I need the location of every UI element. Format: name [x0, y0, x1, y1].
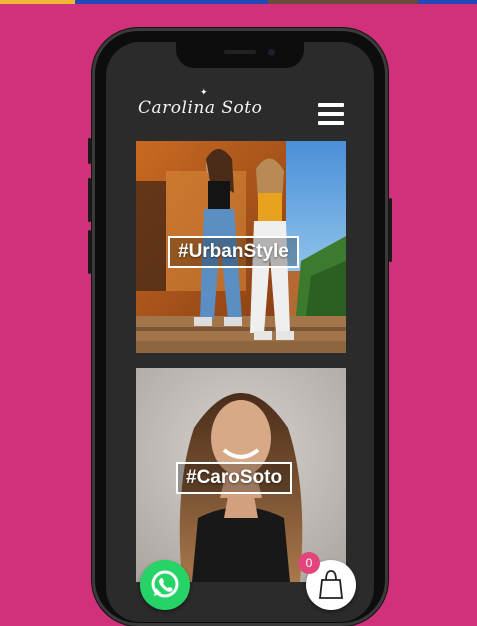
urbanstyle-card[interactable]: #UrbanStyle — [136, 141, 346, 353]
phone-notch — [176, 42, 304, 68]
carosoto-hashtag[interactable]: #CaroSoto — [176, 462, 293, 494]
logo-text: Carolina Soto — [138, 98, 263, 118]
top-color-strip — [0, 0, 477, 4]
cart-button[interactable]: 0 — [298, 552, 356, 610]
carosoto-card[interactable]: #CaroSoto — [136, 368, 346, 582]
phone-mockup: ✦ Carolina Soto #UrbanStyle #CaroSoto 0 — [88, 28, 392, 626]
urbanstyle-hashtag[interactable]: #UrbanStyle — [168, 236, 299, 268]
whatsapp-icon — [151, 570, 179, 598]
brand-logo[interactable]: ✦ Carolina Soto — [136, 88, 262, 134]
cart-count-badge: 0 — [298, 552, 320, 574]
logo-star-icon: ✦ — [200, 88, 208, 98]
phone-screen: ✦ Carolina Soto #UrbanStyle #CaroSoto 0 — [106, 42, 374, 622]
hamburger-menu-icon[interactable] — [318, 103, 344, 125]
whatsapp-button[interactable] — [140, 560, 190, 610]
